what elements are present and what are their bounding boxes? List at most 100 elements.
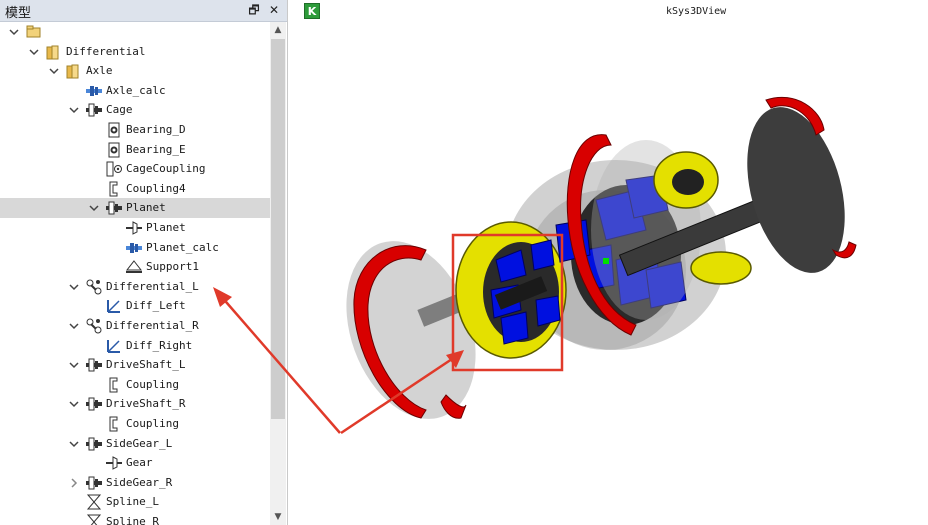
coupling-icon	[105, 376, 123, 394]
tree-item[interactable]: Bearing_D	[0, 120, 270, 140]
right-bearing-inner	[672, 169, 704, 195]
panel-header: 模型 🗗 ✕	[0, 0, 287, 22]
tree-item[interactable]: Diff_Left	[0, 296, 270, 316]
tree-item-label: Diff_Right	[126, 338, 193, 352]
tree-item-label: Axle	[86, 64, 113, 78]
chevron-right-icon[interactable]	[68, 475, 80, 489]
coupling-icon	[105, 180, 123, 198]
tree-item-label: Bearing_E	[126, 142, 186, 156]
spline-icon	[85, 513, 103, 525]
tree-item-label: Diff_Left	[126, 299, 186, 313]
tree-item[interactable]: Coupling4	[0, 179, 270, 199]
spline-icon	[85, 493, 103, 511]
scrollbar-thumb[interactable]	[271, 39, 285, 419]
tree-item[interactable]: Differential_L	[0, 277, 270, 297]
bearing-icon	[105, 121, 123, 139]
coupling-gear-icon	[105, 160, 123, 178]
tree-item-label: Gear	[126, 456, 153, 470]
diff-icon	[105, 337, 123, 355]
scroll-down-button[interactable]: ▼	[270, 509, 286, 525]
tree-item[interactable]: Spline_L	[0, 492, 270, 512]
tree-item-label: CageCoupling	[126, 162, 206, 176]
shaft-calc-icon	[85, 82, 103, 100]
tree-item-label: Coupling	[126, 377, 179, 391]
tree-item[interactable]: Diff_Right	[0, 336, 270, 356]
right-coupling-yellow	[690, 251, 752, 285]
chevron-down-icon[interactable]	[8, 24, 20, 38]
tree-item-label: Coupling	[126, 417, 179, 430]
tree-item-label: Spline_L	[106, 495, 159, 509]
float-panel-button[interactable]: 🗗	[246, 2, 262, 18]
tree-item[interactable]: Support1	[0, 257, 270, 277]
tree-item[interactable]: Spline_R	[0, 512, 270, 525]
model-tree-panel: 模型 🗗 ✕ Differential Axle Axle_calc Cage Bear…	[0, 0, 288, 525]
tree-item-label: SideGear_R	[106, 475, 173, 489]
chevron-down-icon[interactable]	[48, 63, 60, 77]
model-tree: Differential Axle Axle_calc Cage Bearing_D Be…	[0, 22, 270, 525]
tree-item[interactable]: Planet	[0, 218, 270, 238]
chevron-down-icon[interactable]	[68, 396, 80, 410]
support-icon	[125, 258, 143, 276]
tree-item[interactable]: Planet	[0, 198, 270, 219]
folder-open-icon	[25, 23, 43, 41]
tree-item[interactable]: Coupling	[0, 375, 270, 395]
tree-item-label: Bearing_D	[126, 123, 186, 136]
tree-item[interactable]: SideGear_L	[0, 434, 270, 454]
shaft-calc-icon	[125, 239, 143, 257]
gear-pair-icon	[85, 317, 103, 335]
tree-item[interactable]: Axle_calc	[0, 81, 270, 101]
gear-icon	[125, 219, 143, 237]
tree-item[interactable]: Coupling	[0, 414, 270, 434]
tree-item[interactable]: SideGear_R	[0, 473, 270, 493]
tree-item-label: SideGear_L	[106, 436, 173, 450]
chevron-down-icon[interactable]	[28, 44, 40, 58]
chevron-down-icon[interactable]	[68, 436, 80, 450]
tree-item-label: Differential_L	[106, 279, 199, 293]
tree-item[interactable]	[0, 22, 270, 42]
tree-item-label: Planet_calc	[146, 240, 219, 254]
tree-item-label: DriveShaft_L	[106, 358, 186, 372]
tree-item[interactable]: Differential	[0, 42, 270, 62]
gear-pair-icon	[85, 278, 103, 296]
assembly-icon	[85, 395, 103, 413]
tree-item-label: Spline_R	[106, 515, 159, 525]
tree-item[interactable]: Gear	[0, 453, 270, 473]
chevron-down-icon[interactable]	[68, 357, 80, 371]
assembly-icon	[85, 474, 103, 492]
tree-item[interactable]: Planet_calc	[0, 238, 270, 258]
tree-item[interactable]: DriveShaft_R	[0, 394, 270, 414]
panel-title: 模型	[5, 6, 32, 21]
chevron-down-icon[interactable]	[68, 318, 80, 332]
3d-viewport[interactable]: K kSys3DView	[296, 0, 928, 525]
chevron-down-icon[interactable]	[88, 200, 100, 214]
scroll-up-button[interactable]: ▲	[270, 22, 286, 38]
tree-item[interactable]: CageCoupling	[0, 159, 270, 179]
differential-3d-model[interactable]	[296, 0, 928, 525]
tree-item-label: Axle_calc	[106, 83, 166, 97]
chevron-down-icon[interactable]	[68, 102, 80, 116]
folder-icon	[45, 43, 63, 61]
tree-item-label: Support1	[146, 260, 199, 274]
tree-scrollbar[interactable]: ▲ ▼	[270, 22, 286, 525]
gear-icon	[105, 454, 123, 472]
tree-item-label: Coupling4	[126, 181, 186, 195]
tree-item[interactable]: Axle	[0, 61, 270, 81]
tree-item-label: DriveShaft_R	[106, 397, 186, 411]
coupling-icon	[105, 415, 123, 433]
tree-item[interactable]: Bearing_E	[0, 140, 270, 160]
assembly-icon	[85, 356, 103, 374]
tree-item-label: Cage	[106, 103, 133, 117]
assembly-icon	[85, 101, 103, 119]
assembly-icon	[105, 199, 123, 217]
chevron-down-icon[interactable]	[68, 279, 80, 293]
tree-item[interactable]: Differential_R	[0, 316, 270, 336]
tree-item-label: Planet	[146, 221, 186, 234]
selection-marker	[603, 258, 609, 264]
close-panel-button[interactable]: ✕	[266, 2, 282, 18]
diff-icon	[105, 297, 123, 315]
tree-item-label: Differential	[66, 44, 146, 58]
folder-icon	[65, 62, 83, 80]
tree-item[interactable]: DriveShaft_L	[0, 355, 270, 375]
tree-item[interactable]: Cage	[0, 100, 270, 120]
tree-item-label: Planet	[126, 201, 166, 215]
